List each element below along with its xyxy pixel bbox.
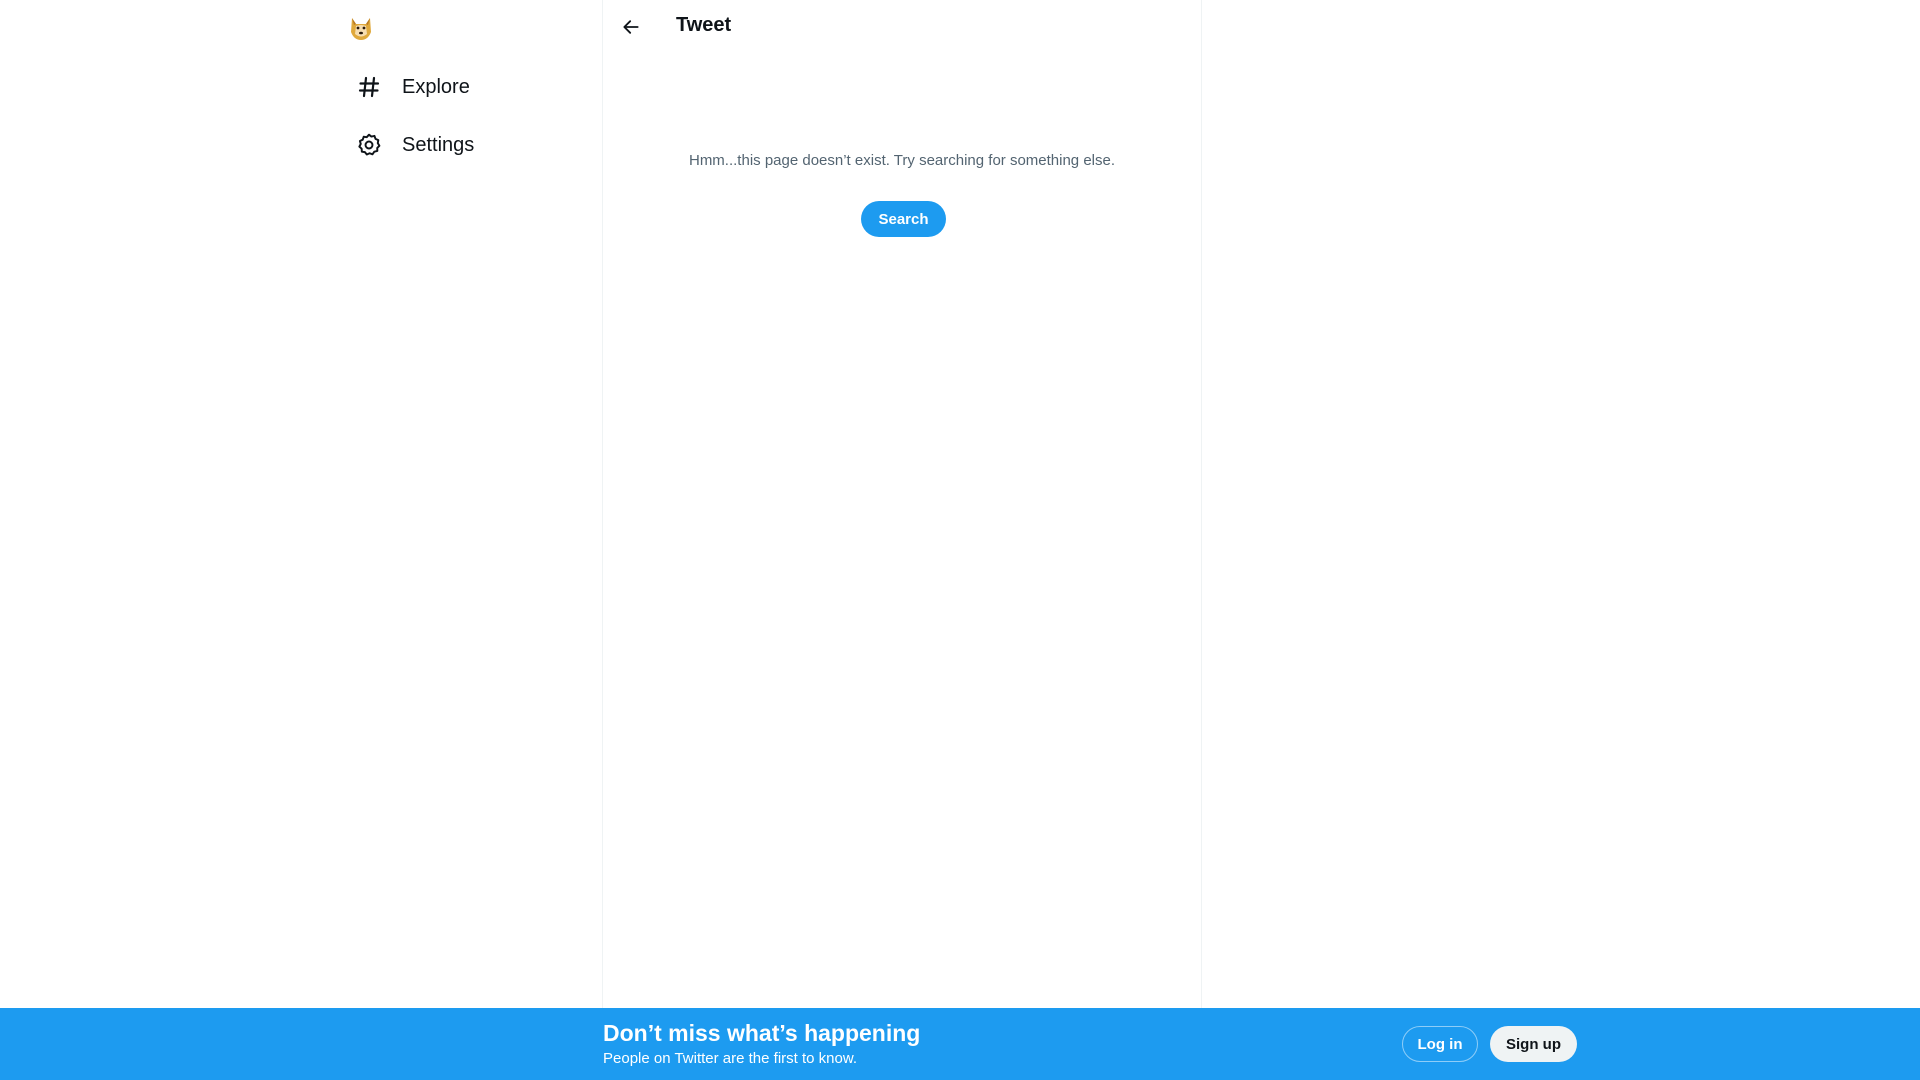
login-button[interactable]: Log in	[1402, 1026, 1478, 1062]
sidebar-item-label: Explore	[402, 75, 470, 98]
back-button[interactable]	[613, 9, 649, 45]
banner-title: Don’t miss what’s happening	[603, 1020, 921, 1046]
main-column: Tweet Hmm...this page doesn’t exist. Try…	[602, 0, 1202, 1008]
sidebar-item-label: Settings	[402, 133, 475, 156]
sidebar-item-settings[interactable]: Settings	[344, 120, 486, 170]
search-button[interactable]: Search	[861, 201, 946, 237]
hashtag-icon	[356, 74, 382, 100]
page-header: Tweet	[603, 0, 1201, 53]
page-title: Tweet	[676, 14, 732, 36]
signup-banner: Don’t miss what’s happening People on Tw…	[0, 1008, 1920, 1080]
home-logo-link[interactable]	[348, 8, 392, 46]
sidebar: Explore Settings	[330, 0, 602, 1008]
signup-button[interactable]: Sign up	[1490, 1026, 1577, 1062]
doge-logo-icon	[351, 18, 371, 40]
banner-subtitle: People on Twitter are the first to know.	[603, 1050, 858, 1067]
arrow-left-icon	[623, 20, 639, 34]
empty-state-message: Hmm...this page doesn’t exist. Try searc…	[688, 152, 1116, 169]
gear-icon	[356, 132, 382, 158]
sidebar-item-explore[interactable]: Explore	[344, 62, 482, 112]
